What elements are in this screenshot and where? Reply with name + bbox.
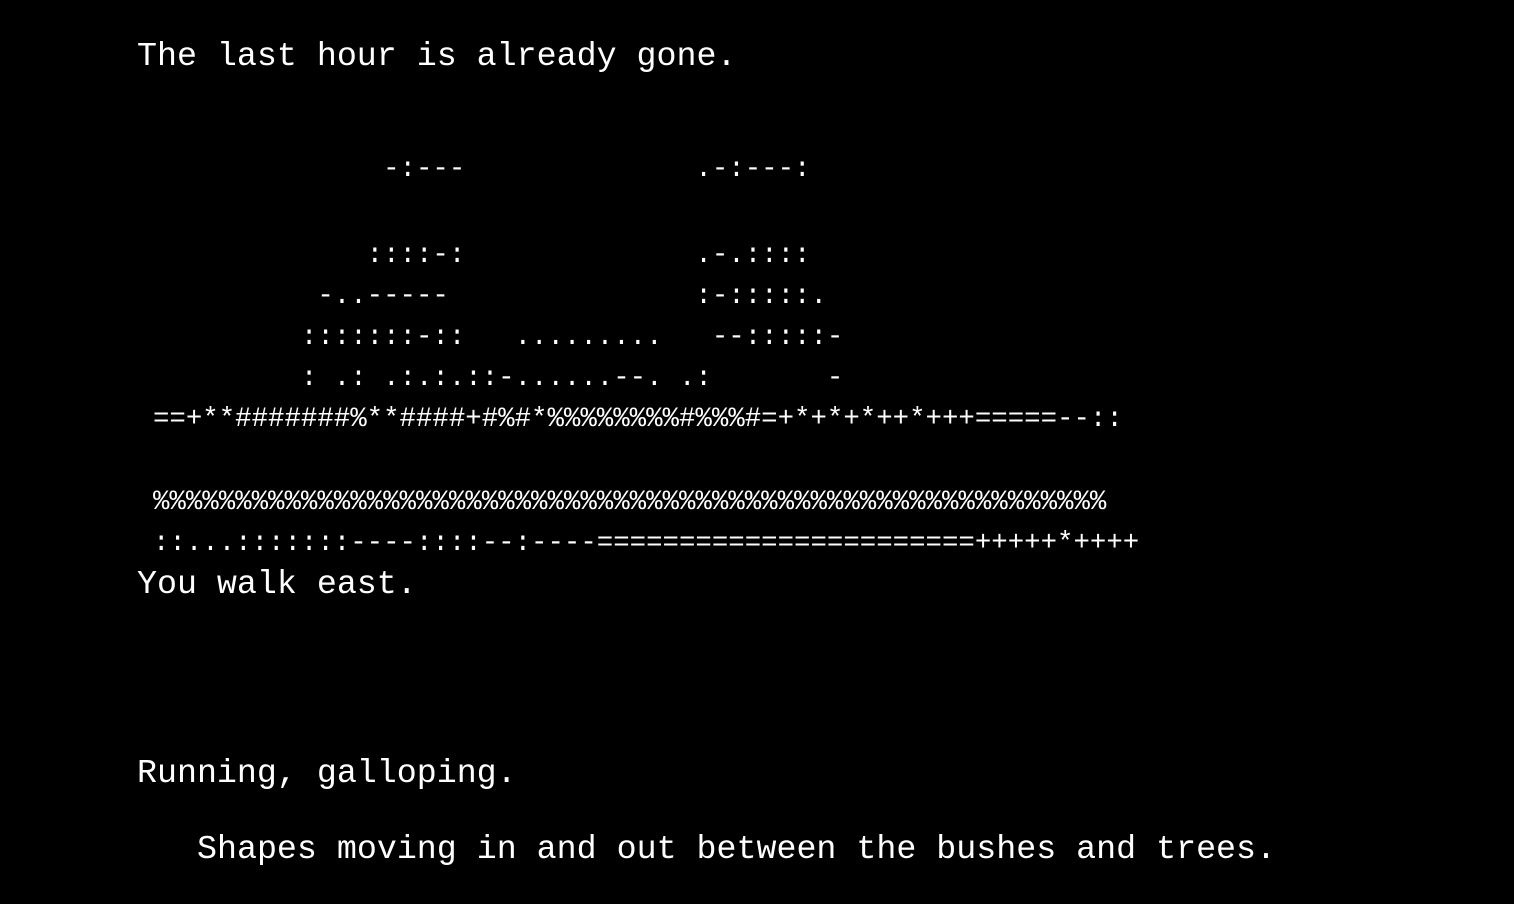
scene-art-line-4: -..----- :-:::::.	[153, 281, 827, 312]
scene-art-line-3: ::::-: .-.::::	[153, 240, 811, 271]
narration-action: You walk east.	[137, 565, 417, 603]
scene-art-line-6: : .: .:.:.::-......--. .: -	[153, 363, 844, 394]
terminal-screen: The last hour is already gone. -:--- .-:…	[0, 0, 1514, 904]
scene-art-foreground: ::...:::::::----::::--:----=============…	[153, 528, 1140, 559]
narration-opening: The last hour is already gone.	[137, 37, 737, 75]
scene-art-line-5: :::::::-:: ......... --:::::-	[153, 322, 844, 353]
scene-art-horizon: ==+**#######%**####+#%#*%%%%%%%%#%%%#=+*…	[153, 404, 1123, 435]
narration-motion: Running, galloping.	[137, 754, 517, 792]
scene-art-ground: %%%%%%%%%%%%%%%%%%%%%%%%%%%%%%%%%%%%%%%%…	[153, 487, 1107, 518]
narration-description: Shapes moving in and out between the bus…	[197, 830, 1276, 868]
scene-art-line-1: -:--- .-:---:	[153, 154, 811, 185]
